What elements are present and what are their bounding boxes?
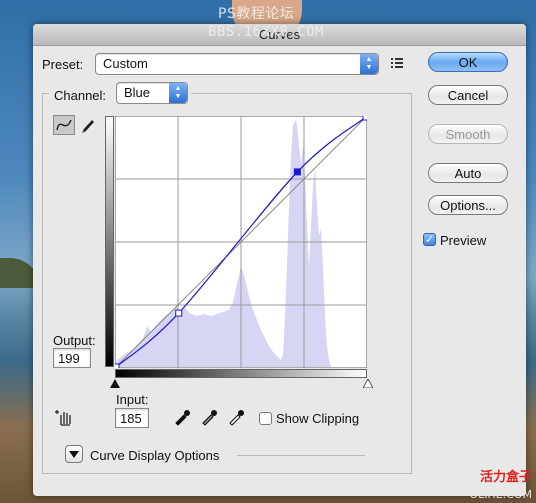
group-frame-left: [42, 93, 43, 473]
input-field[interactable]: 185: [115, 408, 149, 428]
targeted-adjustment-icon[interactable]: [55, 407, 75, 427]
select-arrows-icon: ▲ ▼: [360, 54, 378, 74]
curve-point-selected[interactable]: [293, 168, 301, 176]
options-button[interactable]: Options...: [428, 195, 508, 215]
disclosure-triangle-icon: [69, 451, 79, 458]
select-arrows-icon: ▲ ▼: [169, 83, 187, 103]
curve-display-options-label: Curve Display Options: [90, 448, 220, 463]
smooth-button[interactable]: Smooth: [428, 124, 508, 144]
show-clipping-label: Show Clipping: [276, 411, 360, 426]
group-frame-top-right: [191, 93, 411, 94]
curve-display-options-separator: [237, 455, 365, 456]
corner-watermark-url: OLIHE.COM: [469, 488, 532, 501]
curve-graph[interactable]: [115, 116, 367, 368]
channel-select[interactable]: Blue ▲ ▼: [116, 82, 188, 104]
output-field[interactable]: 199: [53, 348, 91, 368]
curve-point[interactable]: [175, 309, 183, 317]
curve-icon: [56, 119, 72, 131]
pencil-icon: [82, 120, 94, 133]
curve-point[interactable]: [362, 116, 367, 121]
preset-select[interactable]: Custom ▲ ▼: [95, 53, 379, 75]
channel-label: Channel:: [54, 88, 107, 103]
group-frame-top-left: [42, 93, 49, 94]
corner-watermark-title: 活力盒子: [479, 470, 532, 485]
preview-checkbox[interactable]: ✓: [423, 233, 436, 246]
white-point-slider-icon[interactable]: [363, 379, 373, 388]
curve-point[interactable]: [115, 363, 120, 368]
preview-label: Preview: [440, 233, 487, 248]
watermark-url: BBS.16XX8.COM: [208, 24, 325, 40]
list-menu-icon[interactable]: [391, 57, 405, 69]
preset-value: Custom: [103, 56, 148, 71]
cancel-button[interactable]: Cancel: [428, 85, 508, 105]
ok-button[interactable]: OK: [428, 52, 508, 72]
curve-tool-button[interactable]: [53, 115, 75, 135]
output-gradient-bar: [105, 116, 114, 367]
group-frame-bottom: [42, 473, 412, 474]
curves-dialog: Curves Preset: Custom ▲ ▼ Channel: Blue ▲…: [33, 24, 526, 496]
preset-label: Preset:: [42, 57, 84, 72]
channel-value: Blue: [124, 85, 151, 100]
auto-button[interactable]: Auto: [428, 163, 508, 183]
eyedropper-gray-icon[interactable]: [200, 408, 218, 426]
eyedropper-black-icon[interactable]: [173, 408, 191, 426]
show-clipping-checkbox[interactable]: [259, 412, 272, 425]
output-label: Output:: [53, 333, 96, 348]
black-point-slider-icon[interactable]: [110, 379, 120, 388]
group-frame-right: [411, 93, 412, 473]
input-gradient-bar: [115, 369, 367, 378]
curve-display-options-toggle[interactable]: [65, 445, 83, 463]
input-label: Input:: [116, 392, 149, 407]
pencil-tool-button[interactable]: [78, 115, 100, 135]
eyedropper-white-icon[interactable]: [227, 408, 245, 426]
watermark-title: PS教程论坛: [218, 6, 295, 22]
